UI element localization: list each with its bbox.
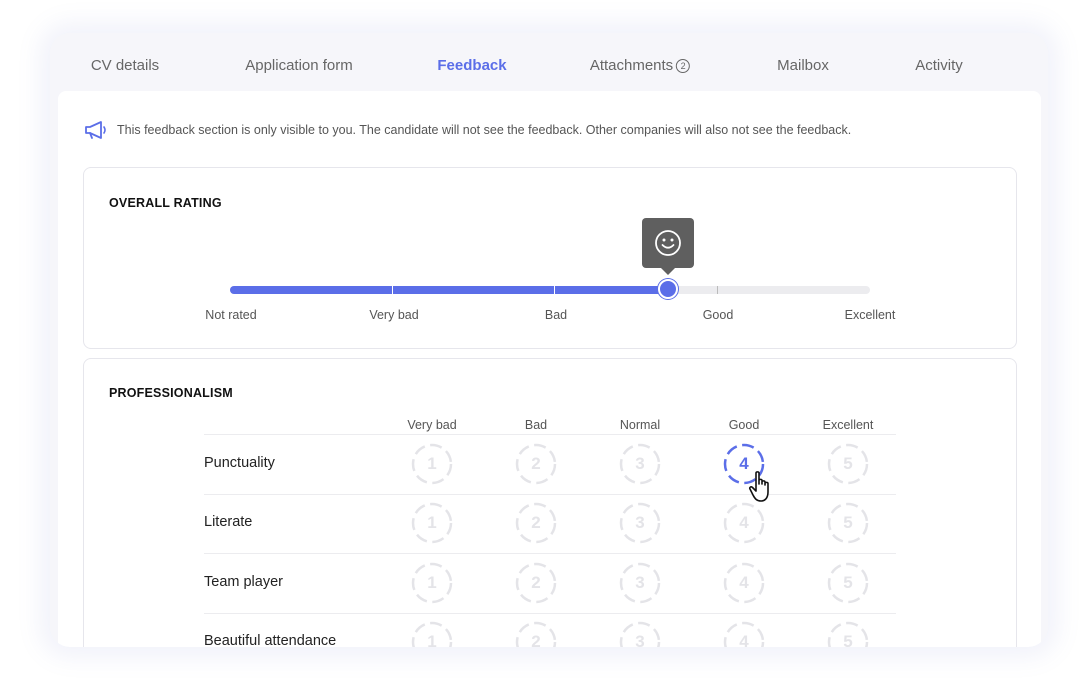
rating-option-value: 4 xyxy=(739,513,749,533)
slider-tick xyxy=(554,284,555,294)
professionalism-title: PROFESSIONALISM xyxy=(109,386,233,400)
rating-option-value: 1 xyxy=(427,513,437,533)
column-header-normal: Normal xyxy=(619,418,661,432)
rating-option-2[interactable]: 2 xyxy=(515,443,557,485)
rating-option-value: 4 xyxy=(739,632,749,647)
rating-option-value: 5 xyxy=(843,632,853,647)
rating-option-1[interactable]: 1 xyxy=(411,621,453,647)
tab-feedback[interactable]: Feedback xyxy=(437,57,506,74)
criterion-label: Literate xyxy=(204,514,253,531)
slider-label-excellent: Excellent xyxy=(844,308,896,322)
rating-option-value: 1 xyxy=(427,572,437,592)
professionalism-card: PROFESSIONALISM Very bad Bad Normal Good… xyxy=(83,358,1017,647)
tab-activity[interactable]: Activity xyxy=(915,57,963,74)
column-header-excellent: Excellent xyxy=(822,418,874,432)
row-divider xyxy=(204,553,896,554)
megaphone-icon xyxy=(85,121,106,139)
overall-rating-title: OVERALL RATING xyxy=(109,196,222,210)
rating-option-value: 2 xyxy=(531,513,541,533)
rating-option-2[interactable]: 2 xyxy=(515,562,557,604)
app-window: CV details Application form Feedback Att… xyxy=(50,33,1048,647)
rating-option-1[interactable]: 1 xyxy=(411,502,453,544)
rating-option-5[interactable]: 5 xyxy=(827,443,869,485)
rating-option-value: 3 xyxy=(635,572,645,592)
hand-pointer-icon xyxy=(748,471,769,502)
rating-option-3[interactable]: 3 xyxy=(619,443,661,485)
tab-application-form[interactable]: Application form xyxy=(245,57,353,74)
tab-bar: CV details Application form Feedback Att… xyxy=(50,33,1048,91)
slider-label-good: Good xyxy=(702,308,734,322)
overall-rating-slider-thumb[interactable] xyxy=(658,279,679,299)
row-divider xyxy=(204,434,896,435)
rating-option-value: 5 xyxy=(843,513,853,533)
rating-option-4[interactable]: 4 xyxy=(723,502,765,544)
rating-option-5[interactable]: 5 xyxy=(827,621,869,647)
criterion-label: Punctuality xyxy=(204,454,275,471)
rating-option-value: 4 xyxy=(739,572,749,592)
rating-option-value: 5 xyxy=(843,572,853,592)
feedback-panel: This feedback section is only visible to… xyxy=(58,91,1041,647)
overall-rating-slider-track[interactable] xyxy=(230,284,870,294)
slider-tick xyxy=(392,284,393,294)
slider-tick xyxy=(717,286,718,294)
tab-cv-details[interactable]: CV details xyxy=(91,57,159,74)
tab-attachments-label: Attachments xyxy=(589,57,674,74)
slider-label-bad: Bad xyxy=(544,308,568,322)
rating-option-5[interactable]: 5 xyxy=(827,562,869,604)
column-header-good: Good xyxy=(728,418,760,432)
row-divider xyxy=(204,493,896,495)
criterion-label: Beautiful attendance xyxy=(204,633,337,647)
rating-option-value: 2 xyxy=(531,453,541,473)
rating-option-4[interactable]: 4 xyxy=(723,562,765,604)
smiley-icon xyxy=(655,230,682,256)
rating-option-2[interactable]: 2 xyxy=(515,621,557,647)
rating-option-1[interactable]: 1 xyxy=(411,443,453,485)
overall-rating-slider-fill xyxy=(230,286,669,294)
slider-label-very-bad: Very bad xyxy=(369,308,419,322)
tab-mailbox[interactable]: Mailbox xyxy=(777,57,829,74)
visibility-notice: This feedback section is only visible to… xyxy=(84,120,851,140)
visibility-notice-text: This feedback section is only visible to… xyxy=(117,123,852,137)
rating-tooltip xyxy=(642,218,695,275)
rating-option-value: 3 xyxy=(635,453,645,473)
rating-option-3[interactable]: 3 xyxy=(619,562,661,604)
overall-rating-card: OVERALL RATING Not rated Very bad Bad Go… xyxy=(83,167,1017,349)
rating-option-3[interactable]: 3 xyxy=(619,502,661,544)
rating-option-4[interactable]: 4 xyxy=(723,621,765,647)
rating-option-3[interactable]: 3 xyxy=(619,621,661,647)
criterion-label: Team player xyxy=(204,573,283,590)
rating-option-value: 1 xyxy=(427,453,437,473)
column-header-very-bad: Very bad xyxy=(407,418,457,432)
rating-option-value: 2 xyxy=(531,632,541,647)
slider-label-not-rated: Not rated xyxy=(205,308,257,322)
rating-option-value: 2 xyxy=(531,572,541,592)
rating-option-value: 3 xyxy=(635,513,645,533)
rating-option-5[interactable]: 5 xyxy=(827,502,869,544)
tab-attachments[interactable]: Attachments 2 xyxy=(589,57,691,74)
rating-option-value: 1 xyxy=(427,632,437,647)
rating-option-value: 3 xyxy=(635,632,645,647)
column-header-bad: Bad xyxy=(524,418,548,432)
rating-option-1[interactable]: 1 xyxy=(411,562,453,604)
row-divider xyxy=(204,612,896,614)
rating-option-value: 5 xyxy=(843,453,853,473)
rating-option-2[interactable]: 2 xyxy=(515,502,557,544)
attachments-count-badge: 2 xyxy=(676,59,691,73)
